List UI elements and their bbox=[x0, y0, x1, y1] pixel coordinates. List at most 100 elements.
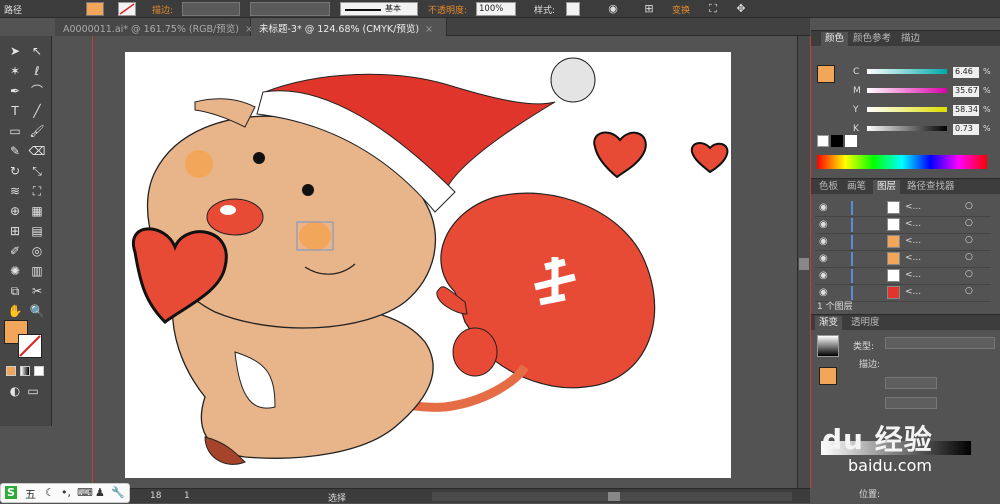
slice-tool-icon[interactable]: ✂ bbox=[28, 282, 46, 300]
visibility-eye-icon[interactable]: ◉ bbox=[819, 236, 828, 247]
channel-slider-K[interactable] bbox=[867, 126, 947, 131]
lasso-tool-icon[interactable]: ℓ bbox=[28, 62, 46, 80]
gradient-tool-icon[interactable]: ▤ bbox=[28, 222, 46, 240]
tab-layers[interactable]: 图层 bbox=[873, 180, 901, 194]
channel-value-K[interactable]: 0.73 bbox=[953, 124, 979, 135]
vertical-scrollbar[interactable] bbox=[797, 36, 810, 488]
artboard[interactable] bbox=[125, 52, 731, 478]
blend-tool-icon[interactable]: ◎ bbox=[28, 242, 46, 260]
visibility-eye-icon[interactable]: ◉ bbox=[819, 270, 828, 281]
shape-builder-tool-icon[interactable]: ⊕ bbox=[6, 202, 24, 220]
color-fill-swatch[interactable] bbox=[817, 65, 835, 83]
none-mode-icon[interactable] bbox=[34, 366, 44, 376]
eyedropper-tool-icon[interactable]: ✐ bbox=[6, 242, 24, 260]
recolor-icon[interactable]: ◉ bbox=[606, 2, 620, 16]
tab-doc-2[interactable]: 未标题-3* @ 124.68% (CMYK/预览) × bbox=[251, 18, 447, 36]
user-icon[interactable]: ♟ bbox=[95, 486, 105, 499]
tab-transparency[interactable]: 透明度 bbox=[847, 316, 884, 330]
stroke-weight-field[interactable] bbox=[182, 2, 240, 16]
opacity-field[interactable]: 100% bbox=[476, 2, 516, 16]
artboard-nav[interactable]: 1 bbox=[184, 491, 190, 501]
visibility-eye-icon[interactable]: ◉ bbox=[819, 253, 828, 264]
layer-row[interactable]: ◉ <... ○ bbox=[815, 216, 991, 234]
mesh-tool-icon[interactable]: ⊞ bbox=[6, 222, 24, 240]
channel-value-Y[interactable]: 58.34 bbox=[953, 105, 979, 116]
none-swatch[interactable] bbox=[817, 135, 829, 147]
sogou-icon[interactable]: S bbox=[5, 486, 17, 499]
keyboard-icon[interactable]: ⌨ bbox=[77, 486, 93, 499]
gradient-preview[interactable] bbox=[817, 335, 839, 357]
magic-wand-tool-icon[interactable]: ✶ bbox=[6, 62, 24, 80]
layer-name[interactable]: <... bbox=[905, 236, 921, 246]
channel-slider-M[interactable] bbox=[867, 88, 947, 93]
style-swatch[interactable] bbox=[566, 2, 580, 16]
free-transform-tool-icon[interactable]: ⛶ bbox=[28, 182, 46, 200]
target-circle-icon[interactable]: ○ bbox=[965, 235, 973, 245]
pen-tool-icon[interactable]: ✒ bbox=[6, 82, 24, 100]
tab-doc-1[interactable]: A0000011.ai* @ 161.75% (RGB/预览) × bbox=[55, 18, 253, 36]
artboard-tool-icon[interactable]: ⧉ bbox=[6, 282, 24, 300]
tab-brushes[interactable]: 画笔 bbox=[843, 180, 870, 194]
symbol-sprayer-tool-icon[interactable]: ✺ bbox=[6, 262, 24, 280]
visibility-eye-icon[interactable]: ◉ bbox=[819, 219, 828, 230]
layer-row[interactable]: ◉ <... ○ bbox=[815, 199, 991, 217]
channel-slider-C[interactable] bbox=[867, 69, 947, 74]
tab-gradient[interactable]: 渐变 bbox=[815, 316, 843, 330]
paintbrush-tool-icon[interactable]: 🖌 bbox=[28, 122, 46, 140]
draw-mode-icon[interactable]: ◐ bbox=[6, 382, 24, 400]
horizontal-scrollbar[interactable] bbox=[432, 492, 792, 501]
hand-tool-icon[interactable]: ✋ bbox=[6, 302, 24, 320]
moon-icon[interactable]: ☾ bbox=[45, 486, 55, 499]
screen-mode-icon[interactable]: ▭ bbox=[24, 382, 42, 400]
visibility-eye-icon[interactable]: ◉ bbox=[819, 202, 828, 213]
angle-field[interactable] bbox=[885, 377, 937, 389]
layer-name[interactable]: <... bbox=[905, 253, 921, 263]
tab-color-guide[interactable]: 颜色参考 bbox=[849, 32, 895, 46]
channel-value-C[interactable]: 6.46 bbox=[953, 67, 979, 78]
tab-stroke[interactable]: 描边 bbox=[897, 32, 924, 46]
layer-name[interactable]: <... bbox=[905, 287, 921, 297]
gradient-fill-swatch[interactable] bbox=[819, 367, 837, 385]
stroke-color-swatch[interactable] bbox=[18, 334, 42, 358]
target-circle-icon[interactable]: ○ bbox=[965, 201, 973, 211]
aspect-field[interactable] bbox=[885, 397, 937, 409]
tab-color[interactable]: 颜色 bbox=[821, 32, 849, 46]
ime-toolbar[interactable]: S 五 ☾ •, ⌨ ♟ 🔧 bbox=[0, 483, 130, 503]
type-dropdown[interactable] bbox=[885, 337, 995, 349]
zoom-tool-icon[interactable]: 🔍 bbox=[28, 302, 46, 320]
type-tool-icon[interactable]: T bbox=[6, 102, 24, 120]
channel-value-M[interactable]: 35.67 bbox=[953, 86, 979, 97]
selection-tool-icon[interactable]: ➤ bbox=[6, 42, 24, 60]
gradient-mode-icon[interactable] bbox=[20, 366, 30, 376]
black-swatch[interactable] bbox=[831, 135, 843, 147]
color-mode-icon[interactable] bbox=[6, 366, 16, 376]
layer-row[interactable]: ◉ <... ○ bbox=[815, 233, 991, 251]
layer-row[interactable]: ◉ <... ○ bbox=[815, 267, 991, 285]
eraser-tool-icon[interactable]: ⌫ bbox=[28, 142, 46, 160]
fill-swatch[interactable] bbox=[86, 2, 104, 16]
perspective-tool-icon[interactable]: ▦ bbox=[28, 202, 46, 220]
align-icon[interactable]: ⊞ bbox=[642, 2, 656, 16]
variable-width-field[interactable] bbox=[250, 2, 330, 16]
target-circle-icon[interactable]: ○ bbox=[965, 218, 973, 228]
isolate-icon[interactable]: ⛶ bbox=[706, 2, 720, 16]
channel-slider-Y[interactable] bbox=[867, 107, 947, 112]
layer-name[interactable]: <... bbox=[905, 202, 921, 212]
spectrum-bar[interactable] bbox=[817, 155, 987, 169]
stroke-swatch[interactable] bbox=[118, 2, 136, 16]
curvature-tool-icon[interactable]: ⌒ bbox=[28, 82, 46, 100]
stroke-style-field[interactable]: 基本 bbox=[340, 2, 418, 16]
scroll-thumb[interactable] bbox=[799, 258, 809, 270]
pig-illustration[interactable] bbox=[125, 52, 731, 478]
tab-swatches[interactable]: 色板 bbox=[815, 180, 842, 194]
layer-name[interactable]: <... bbox=[905, 270, 921, 280]
direct-selection-tool-icon[interactable]: ↖ bbox=[28, 42, 46, 60]
warp-tool-icon[interactable]: ≋ bbox=[6, 182, 24, 200]
tab-pathfinder[interactable]: 路径查找器 bbox=[903, 180, 959, 194]
white-swatch[interactable] bbox=[845, 135, 857, 147]
pencil-tool-icon[interactable]: ✎ bbox=[6, 142, 24, 160]
line-tool-icon[interactable]: ╱ bbox=[28, 102, 46, 120]
layer-name[interactable]: <... bbox=[905, 219, 921, 229]
close-icon[interactable]: × bbox=[425, 24, 433, 35]
h-scroll-thumb[interactable] bbox=[608, 492, 620, 501]
